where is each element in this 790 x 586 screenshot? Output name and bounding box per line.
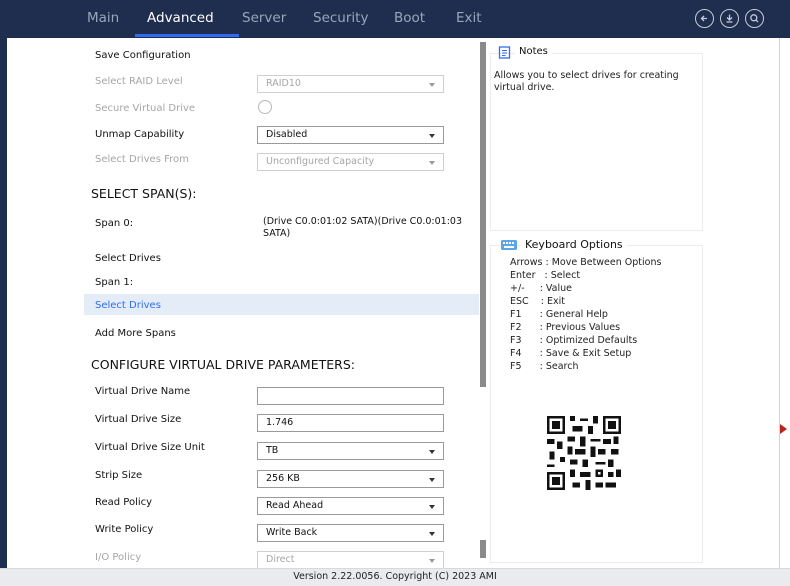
write-policy-dropdown[interactable]: Write Back: [257, 524, 444, 542]
left-frame: [0, 38, 7, 568]
tab-advanced[interactable]: Advanced: [147, 10, 214, 26]
right-frame: [779, 38, 790, 568]
virtual-drive-size-value: 1.746: [266, 417, 294, 428]
keyboard-option: Arrows : Move Between Options: [510, 257, 662, 268]
save-configuration-item[interactable]: Save Configuration: [95, 50, 191, 61]
select-drives-span1[interactable]: Select Drives: [95, 300, 161, 311]
virtual-drive-size-label: Virtual Drive Size: [95, 414, 182, 425]
virtual-drive-size-input[interactable]: 1.746: [257, 414, 444, 432]
footer-bar: Version 2.22.0056. Copyright (C) 2023 AM…: [0, 568, 790, 586]
chevron-down-icon: [429, 559, 435, 563]
chevron-down-icon: [429, 478, 435, 482]
chevron-down-icon: [429, 532, 435, 536]
select-raid-level-label: Select RAID Level: [95, 76, 183, 87]
add-more-spans-item[interactable]: Add More Spans: [95, 328, 176, 339]
form-scrollbar[interactable]: [480, 42, 486, 562]
unmap-capability-dropdown[interactable]: Disabled: [257, 126, 444, 144]
qr-code-image: [547, 412, 621, 494]
io-policy-label: I/O Policy: [95, 552, 142, 563]
edge-marker: [780, 424, 787, 434]
span-0-label: Span 0:: [95, 218, 134, 229]
notes-text: Allows you to select drives for creating…: [494, 70, 679, 93]
keyboard-option: +/- : Value: [510, 283, 572, 294]
virtual-drive-size-unit-value: TB: [266, 445, 279, 456]
unmap-capability-value: Disabled: [266, 129, 308, 140]
top-menu-bar: Main Advanced Server Security Boot Exit: [0, 0, 790, 38]
tab-security[interactable]: Security: [313, 10, 368, 26]
select-drives-span0[interactable]: Select Drives: [95, 253, 161, 264]
chevron-down-icon: [429, 134, 435, 138]
virtual-drive-size-unit-dropdown[interactable]: TB: [257, 442, 444, 460]
select-drives-from-label: Select Drives From: [95, 154, 189, 165]
keyboard-option: F5 : Search: [510, 361, 579, 372]
chevron-down-icon: [429, 450, 435, 454]
keyboard-options-title: Keyboard Options: [521, 238, 627, 251]
select-drives-from-value: Unconfigured Capacity: [266, 156, 375, 167]
keyboard-option: Enter : Select: [510, 270, 581, 281]
search-icon[interactable]: [745, 9, 764, 28]
unmap-capability-label: Unmap Capability: [95, 129, 185, 140]
version-copyright-text: Version 2.22.0056. Copyright (C) 2023 AM…: [293, 571, 497, 582]
select-drives-from-dropdown[interactable]: Unconfigured Capacity: [257, 153, 444, 171]
keyboard-option: F1 : General Help: [510, 309, 608, 320]
notes-title: Notes: [515, 46, 552, 57]
secure-virtual-drive-label: Secure Virtual Drive: [95, 103, 196, 114]
active-tab-indicator: [135, 34, 239, 37]
back-icon[interactable]: [695, 9, 714, 28]
span-0-drives: (Drive C0.0:01:02 SATA)(Drive C0.0:01:03…: [263, 216, 463, 239]
select-spans-heading: SELECT SPAN(S):: [91, 186, 197, 201]
keyboard-option: F2 : Previous Values: [510, 322, 621, 333]
settings-form: Save Configuration Select RAID Level RAI…: [7, 38, 479, 568]
raid-level-value: RAID10: [266, 78, 301, 89]
virtual-drive-name-label: Virtual Drive Name: [95, 386, 191, 397]
keyboard-option: ESC : Exit: [510, 296, 565, 307]
read-policy-value: Read Ahead: [266, 500, 324, 511]
span-1-label: Span 1:: [95, 277, 134, 288]
virtual-drive-size-unit-label: Virtual Drive Size Unit: [95, 442, 205, 453]
secure-virtual-drive-checkbox[interactable]: [258, 100, 272, 114]
tab-server[interactable]: Server: [242, 10, 286, 26]
io-policy-value: Direct: [266, 554, 295, 565]
chevron-down-icon: [429, 161, 435, 165]
virtual-drive-name-input[interactable]: [257, 387, 444, 405]
chevron-down-icon: [429, 83, 435, 87]
keyboard-option: F4 : Save & Exit Setup: [510, 348, 632, 359]
strip-size-label: Strip Size: [95, 470, 143, 481]
strip-size-value: 256 KB: [266, 473, 300, 484]
write-policy-value: Write Back: [266, 527, 318, 538]
read-policy-dropdown[interactable]: Read Ahead: [257, 497, 444, 515]
notes-icon: [498, 46, 512, 59]
configure-parameters-heading: CONFIGURE VIRTUAL DRIVE PARAMETERS:: [91, 357, 355, 372]
chevron-down-icon: [429, 505, 435, 509]
tab-exit[interactable]: Exit: [456, 10, 482, 26]
scrollbar-thumb-end[interactable]: [480, 540, 486, 558]
download-icon[interactable]: [720, 9, 739, 28]
strip-size-dropdown[interactable]: 256 KB: [257, 470, 444, 488]
read-policy-label: Read Policy: [95, 497, 153, 508]
raid-level-dropdown[interactable]: RAID10: [257, 75, 444, 93]
io-policy-dropdown[interactable]: Direct: [257, 551, 444, 568]
tab-boot[interactable]: Boot: [394, 10, 425, 26]
keyboard-icon: [500, 238, 518, 252]
scrollbar-thumb[interactable]: [480, 42, 486, 387]
tab-main[interactable]: Main: [87, 10, 119, 26]
keyboard-option: F3 : Optimized Defaults: [510, 335, 638, 346]
write-policy-label: Write Policy: [95, 524, 154, 535]
